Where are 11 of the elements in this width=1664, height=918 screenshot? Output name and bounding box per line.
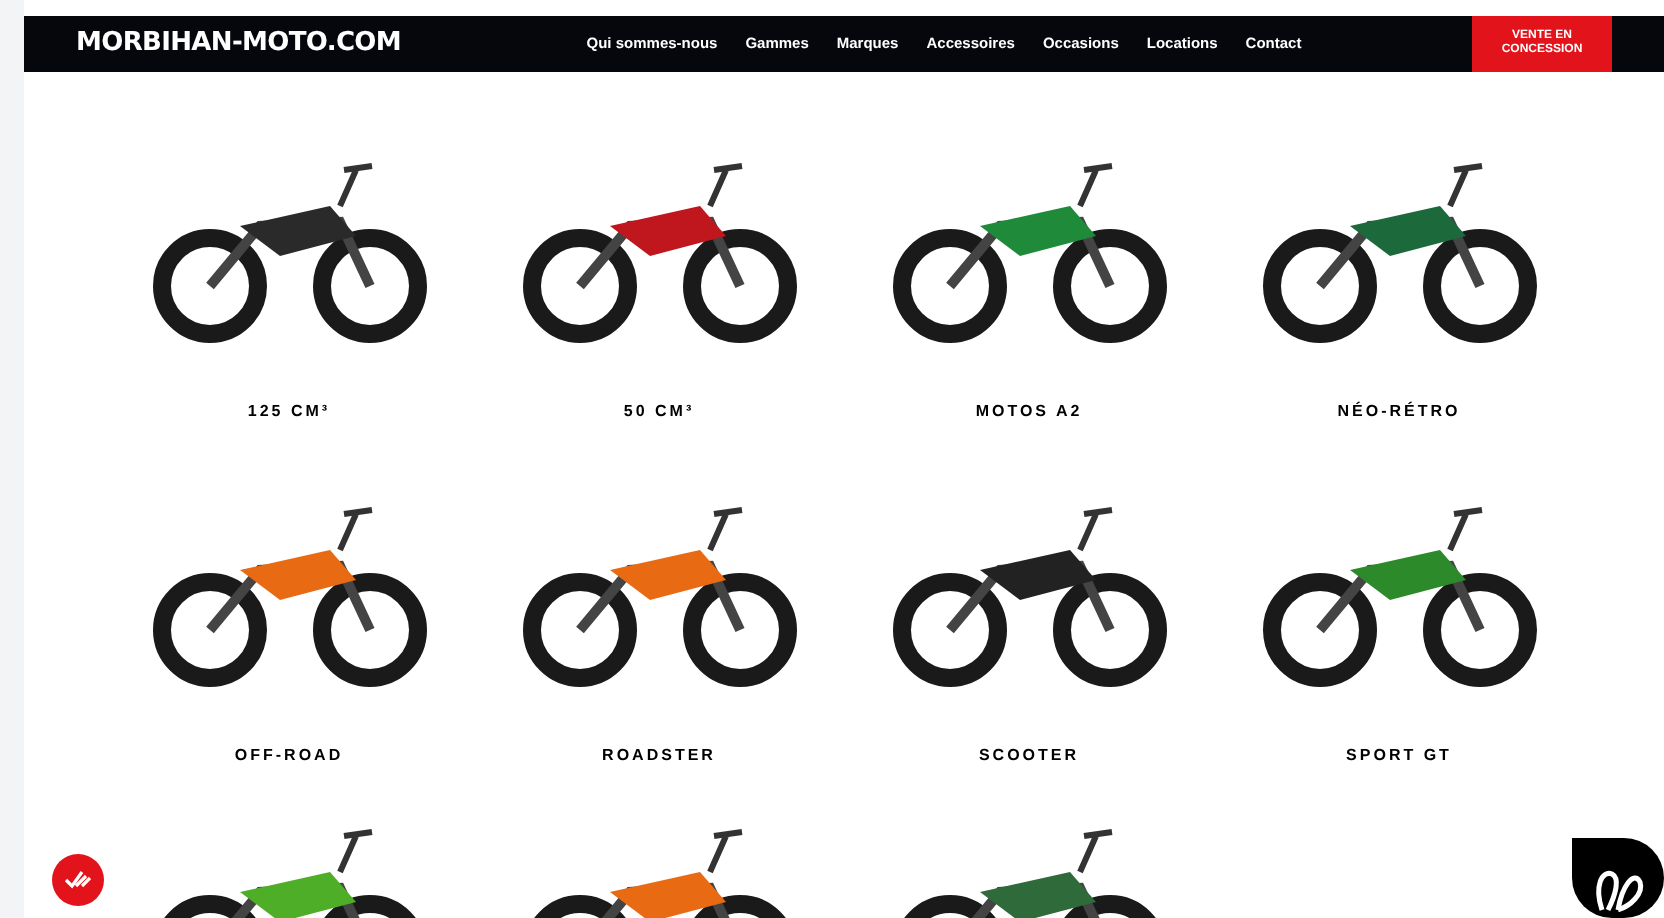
badge-icon[interactable] <box>52 854 104 906</box>
chat-icon[interactable] <box>1572 838 1664 918</box>
category-link[interactable]: ROADSTER <box>602 744 716 768</box>
category-link[interactable]: MOTOS A2 <box>975 400 1083 424</box>
category-link[interactable]: NÉO-RÉTRO <box>1337 400 1461 424</box>
category-link[interactable]: 125 CM³ <box>247 400 331 424</box>
category-link[interactable]: SPORT GT <box>1346 744 1452 768</box>
category-link[interactable]: SCOOTER <box>978 744 1080 768</box>
category-link[interactable]: OFF-ROAD <box>234 744 344 768</box>
site-logo[interactable]: MORBIHAN-MOTO.COM <box>76 24 536 64</box>
category-link[interactable]: 50 CM³ <box>623 400 695 424</box>
